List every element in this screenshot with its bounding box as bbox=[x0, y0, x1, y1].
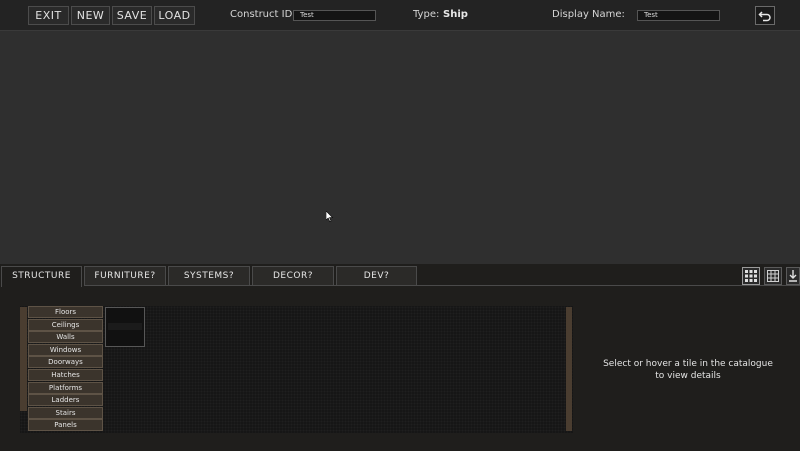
category-stairs[interactable]: Stairs bbox=[28, 406, 103, 419]
undo-button[interactable] bbox=[755, 6, 775, 25]
type-value: Ship bbox=[443, 9, 468, 20]
display-name-field[interactable]: Test bbox=[637, 10, 720, 21]
export-icon bbox=[789, 270, 797, 282]
category-windows[interactable]: Windows bbox=[28, 343, 103, 356]
builder-panel: STRUCTURE FURNITURE? SYSTEMS? DECOR? DEV… bbox=[0, 264, 800, 451]
large-grid-button[interactable] bbox=[764, 267, 782, 285]
category-scrollbar[interactable] bbox=[20, 307, 27, 411]
tab-decor[interactable]: DECOR? bbox=[252, 266, 334, 286]
category-hatches[interactable]: Hatches bbox=[28, 368, 103, 381]
tab-furniture[interactable]: FURNITURE? bbox=[84, 266, 166, 286]
new-button[interactable]: NEW bbox=[71, 6, 110, 25]
grid-large-icon bbox=[767, 270, 779, 282]
grid-small-icon bbox=[745, 270, 757, 282]
undo-arrow-icon bbox=[758, 11, 771, 22]
export-button[interactable] bbox=[786, 267, 800, 285]
category-panels[interactable]: Panels bbox=[28, 419, 103, 432]
tab-structure[interactable]: STRUCTURE bbox=[1, 266, 82, 287]
top-toolbar: EXIT NEW SAVE LOAD Construct ID: Test Ty… bbox=[0, 0, 800, 31]
category-ladders[interactable]: Ladders bbox=[28, 394, 103, 407]
small-grid-button[interactable] bbox=[742, 267, 760, 285]
tabs-divider bbox=[84, 285, 800, 286]
tile-preview bbox=[108, 323, 142, 330]
catalogue-scrollbar[interactable] bbox=[566, 307, 572, 431]
load-button[interactable]: LOAD bbox=[154, 6, 195, 25]
category-platforms[interactable]: Platforms bbox=[28, 381, 103, 394]
build-viewport[interactable] bbox=[0, 32, 800, 264]
construct-id-label: Construct ID: bbox=[230, 9, 296, 20]
category-ceilings[interactable]: Ceilings bbox=[28, 318, 103, 331]
tab-systems[interactable]: SYSTEMS? bbox=[168, 266, 250, 286]
display-name-label: Display Name: bbox=[552, 9, 625, 20]
category-tabs: STRUCTURE FURNITURE? SYSTEMS? DECOR? DEV… bbox=[0, 264, 800, 287]
category-doorways[interactable]: Doorways bbox=[28, 356, 103, 369]
tab-dev[interactable]: DEV? bbox=[336, 266, 417, 286]
category-walls[interactable]: Walls bbox=[28, 331, 103, 344]
category-list: Floors Ceilings Walls Windows Doorways H… bbox=[28, 306, 103, 432]
category-floors[interactable]: Floors bbox=[28, 306, 103, 318]
tile-details-text: Select or hover a tile in the catalogue … bbox=[603, 359, 773, 381]
construct-id-field[interactable]: Test bbox=[293, 10, 376, 21]
type-label: Type: bbox=[413, 9, 440, 20]
save-button[interactable]: SAVE bbox=[112, 6, 152, 25]
exit-button[interactable]: EXIT bbox=[28, 6, 69, 25]
tile-slot[interactable] bbox=[105, 307, 145, 347]
mouse-cursor-icon bbox=[326, 211, 334, 222]
